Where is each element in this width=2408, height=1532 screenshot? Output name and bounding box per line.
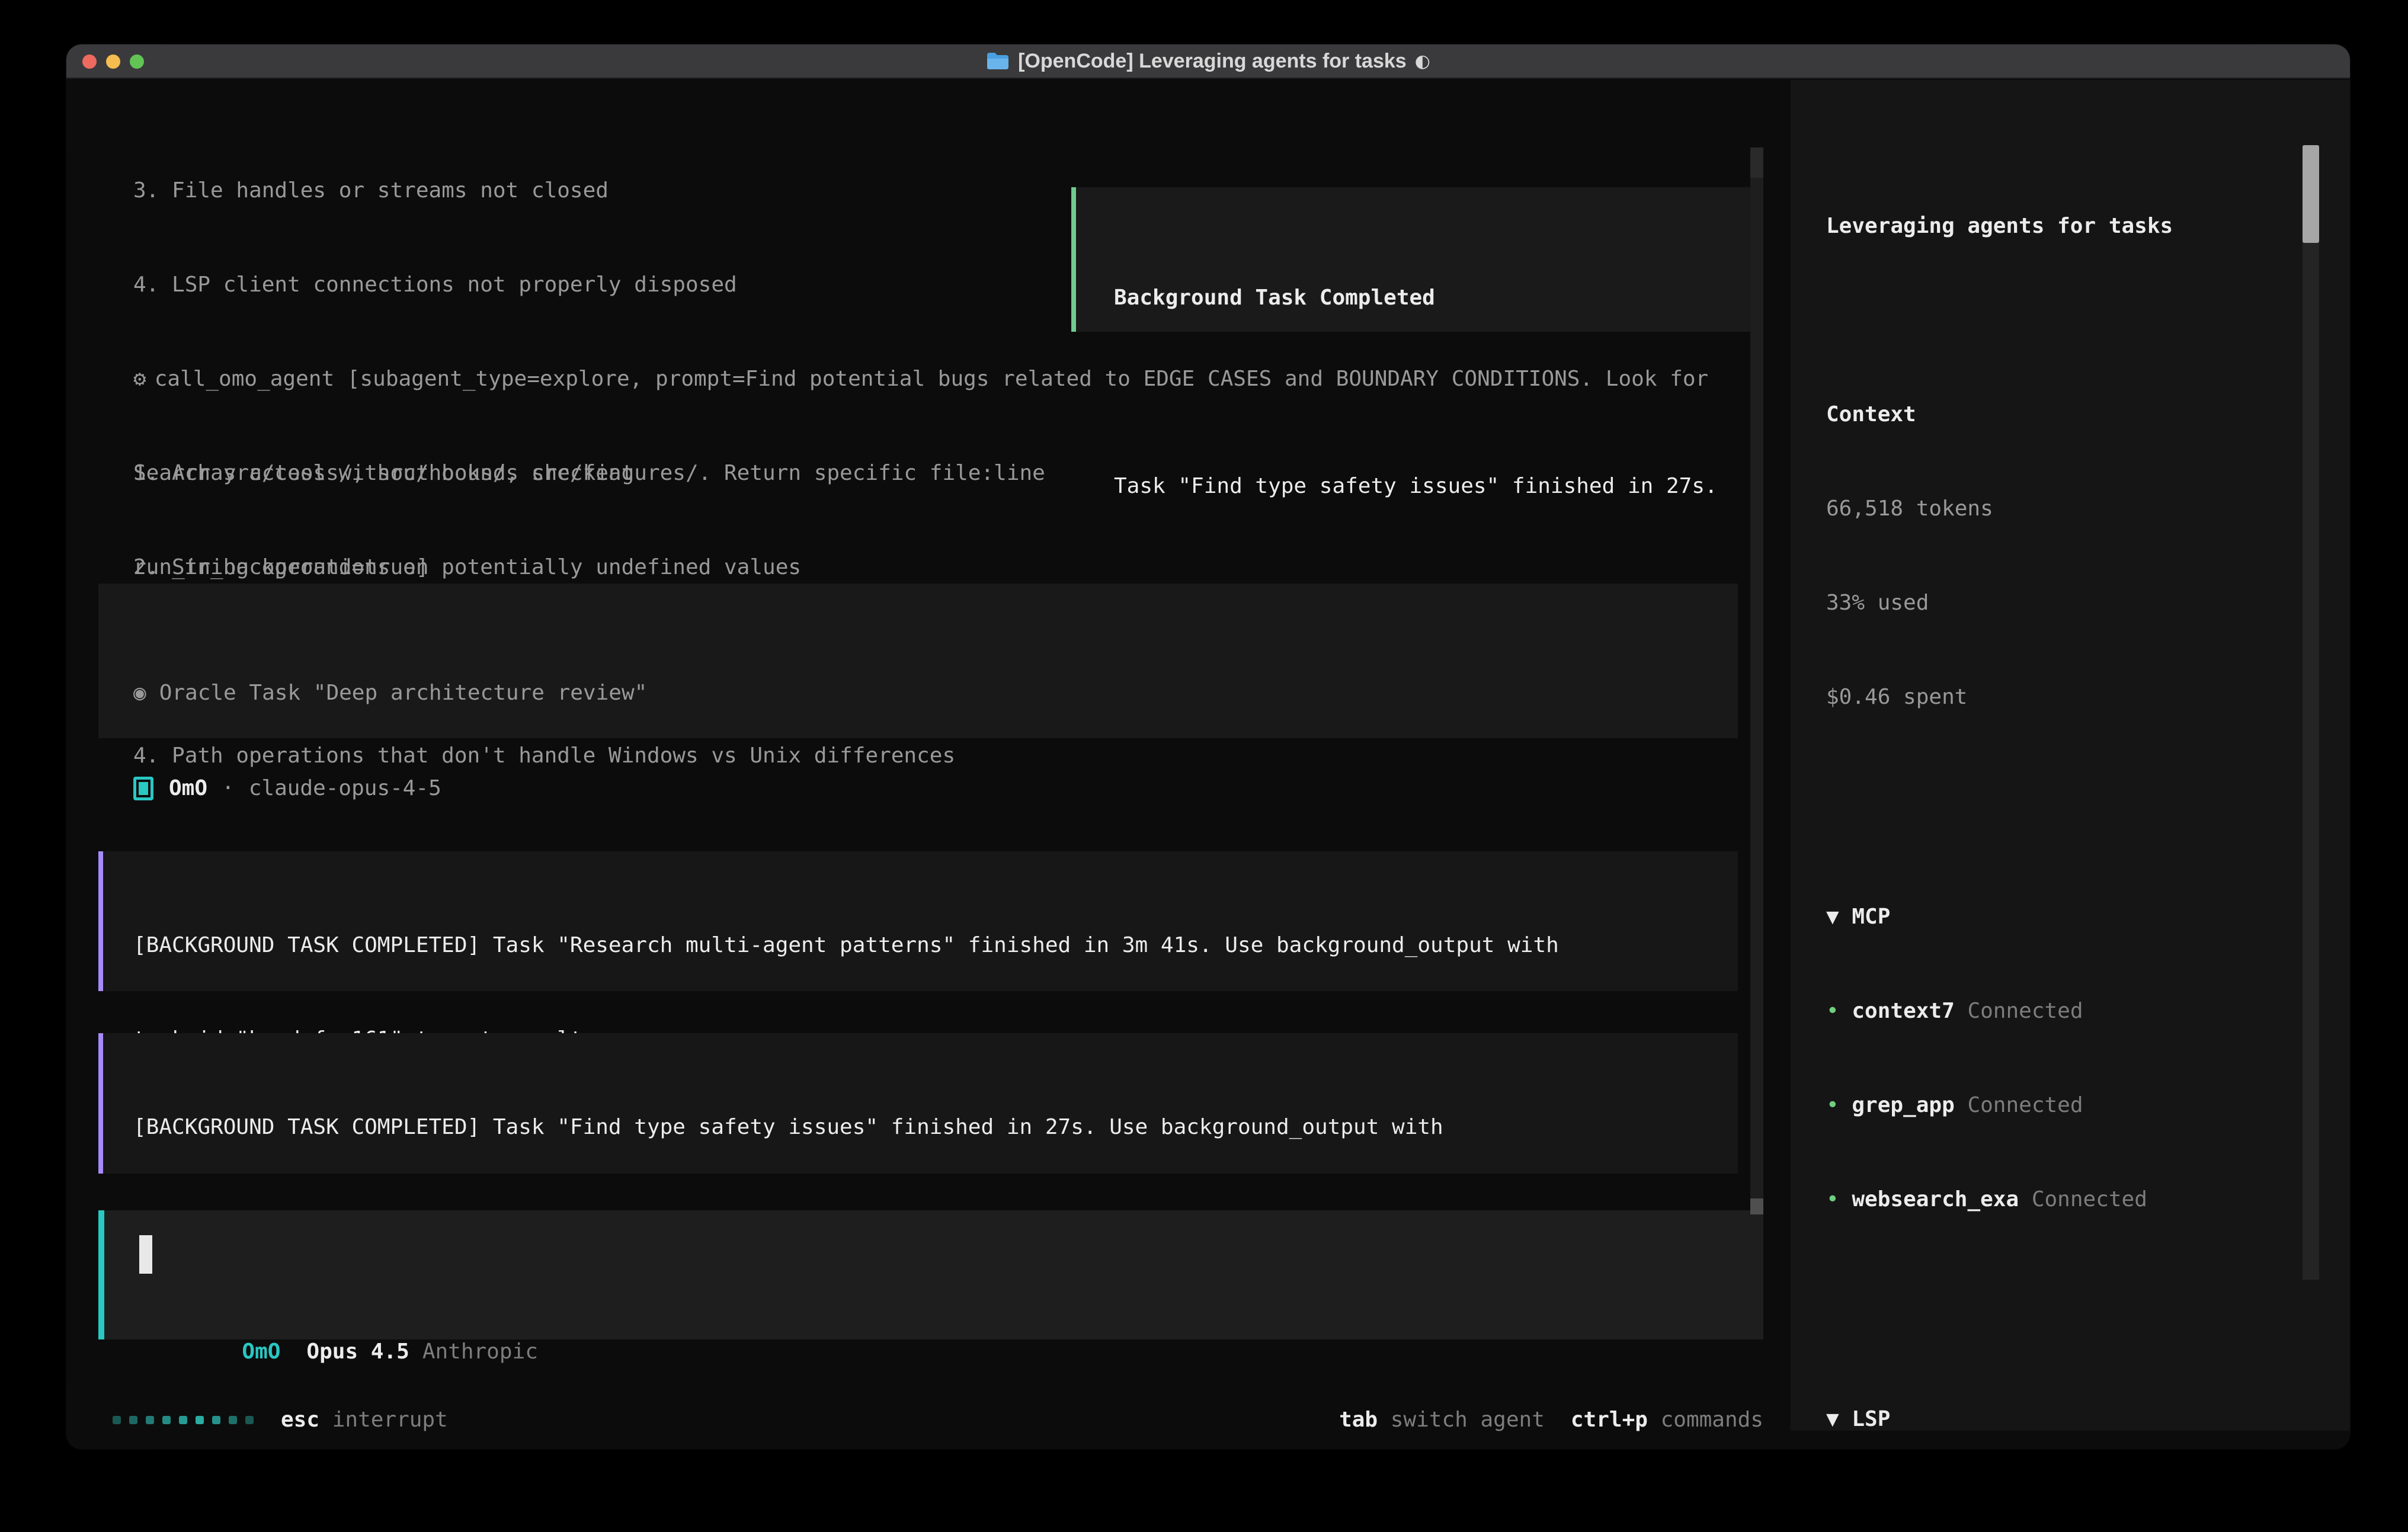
- terminal-window: [OpenCode] Leveraging agents for tasks ◐…: [66, 44, 2350, 1449]
- oracle-task-box[interactable]: ◉Oracle Task "Deep architecture review" …: [98, 584, 1738, 738]
- provider-label: Anthropic: [422, 1339, 538, 1364]
- tool-call-line: 2. String operations on potentially unde…: [133, 552, 1708, 583]
- task-message-line: [BACKGROUND TASK COMPLETED] Task "Resear…: [133, 930, 1738, 961]
- task-message: [BACKGROUND TASK COMPLETED] Task "Resear…: [98, 851, 1738, 991]
- sidebar-scrollbar[interactable]: [2303, 145, 2319, 1280]
- tab-hint: tab switch agent: [1339, 1404, 1545, 1435]
- window-title: [OpenCode] Leveraging agents for tasks ◐: [986, 50, 1430, 73]
- tool-call-line: 1. Array access without bounds checking: [133, 457, 1708, 489]
- status-bar: esc interrupt tab switch agent ctrl+p co…: [113, 1404, 1763, 1435]
- status-dot-icon: •: [1826, 1093, 1839, 1117]
- title-bar[interactable]: [OpenCode] Leveraging agents for tasks ◐: [66, 44, 2350, 79]
- scrollback-line: 3. File handles or streams not closed: [133, 175, 1045, 206]
- active-model-label: Opus 4.5: [306, 1339, 409, 1364]
- agent-model: claude-opus-4-5: [249, 773, 441, 804]
- gear-icon: ⚙: [133, 367, 146, 391]
- mcp-item: • grep_app Connected: [1826, 1089, 2318, 1121]
- chevron-down-icon: ▼: [1826, 1407, 1839, 1431]
- mcp-item: • websearch_exa Connected: [1826, 1184, 2318, 1215]
- status-dot-icon: •: [1826, 999, 1839, 1023]
- tool-call-header: ⚙ call_omo_agent [subagent_type=explore, …: [133, 363, 1708, 395]
- sidebar-scrollbar-thumb[interactable]: [2303, 145, 2319, 243]
- close-window-button[interactable]: [82, 55, 97, 69]
- agent-icon: [133, 777, 153, 800]
- chat-scrollbar[interactable]: [1750, 148, 1763, 1214]
- app-content: 3. File handles or streams not closed 4.…: [66, 80, 2350, 1431]
- maximize-window-button[interactable]: [130, 55, 144, 69]
- active-agent-label: OmO: [242, 1339, 280, 1364]
- mcp-section-header[interactable]: ▼ MCP: [1826, 901, 2318, 932]
- text-cursor: [139, 1235, 152, 1274]
- minimize-window-button[interactable]: [106, 55, 120, 69]
- context-used: 33% used: [1826, 587, 2318, 618]
- chevron-down-icon: ▼: [1826, 905, 1839, 929]
- window-title-text: [OpenCode] Leveraging agents for tasks: [1018, 50, 1407, 73]
- prompt-input[interactable]: OmOOpus 4.5Anthropic: [98, 1210, 1763, 1339]
- ctrlp-hint: ctrl+p commands: [1571, 1404, 1763, 1435]
- oracle-task-title: ◉Oracle Task "Deep architecture review": [133, 677, 1738, 709]
- folder-icon: [986, 52, 1010, 70]
- scrollback-line: 4. LSP client connections not properly d…: [133, 269, 1045, 300]
- task-message: [BACKGROUND TASK COMPLETED] Task "Find t…: [98, 1033, 1738, 1174]
- input-model-line: OmO Opus 4.5 Anthropic: [139, 1305, 538, 1399]
- context-heading: Context: [1826, 399, 2318, 430]
- sidebar: Leveraging agents for tasks Context 66,5…: [1826, 148, 2318, 1449]
- session-title: Leveraging agents for tasks: [1826, 210, 2318, 242]
- esc-hint: esc interrupt: [281, 1404, 448, 1435]
- task-message-line: [BACKGROUND TASK COMPLETED] Task "Find t…: [133, 1111, 1738, 1143]
- status-dot-icon: •: [1826, 1187, 1839, 1212]
- separator-dot: ·: [222, 773, 235, 804]
- chat-scrollbar-thumb[interactable]: [1750, 1198, 1763, 1214]
- agent-header: OmO · claude-opus-4-5: [133, 773, 441, 804]
- context-spent: $0.46 spent: [1826, 681, 2318, 713]
- chat-scrollbar-cap: [1750, 148, 1763, 178]
- status-right-hints: tab switch agent ctrl+p commands: [1339, 1404, 1763, 1435]
- agent-name: OmO: [169, 773, 207, 804]
- tool-call-text: call_omo_agent [subagent_type=explore, p…: [155, 367, 1709, 391]
- session-progress-icon: ◐: [1415, 51, 1430, 72]
- record-icon: ◉: [133, 681, 146, 705]
- activity-dots: [113, 1416, 254, 1424]
- context-tokens: 66,518 tokens: [1826, 493, 2318, 524]
- mcp-item: • context7 Connected: [1826, 995, 2318, 1027]
- lsp-section-header[interactable]: ▼ LSP: [1826, 1403, 2318, 1435]
